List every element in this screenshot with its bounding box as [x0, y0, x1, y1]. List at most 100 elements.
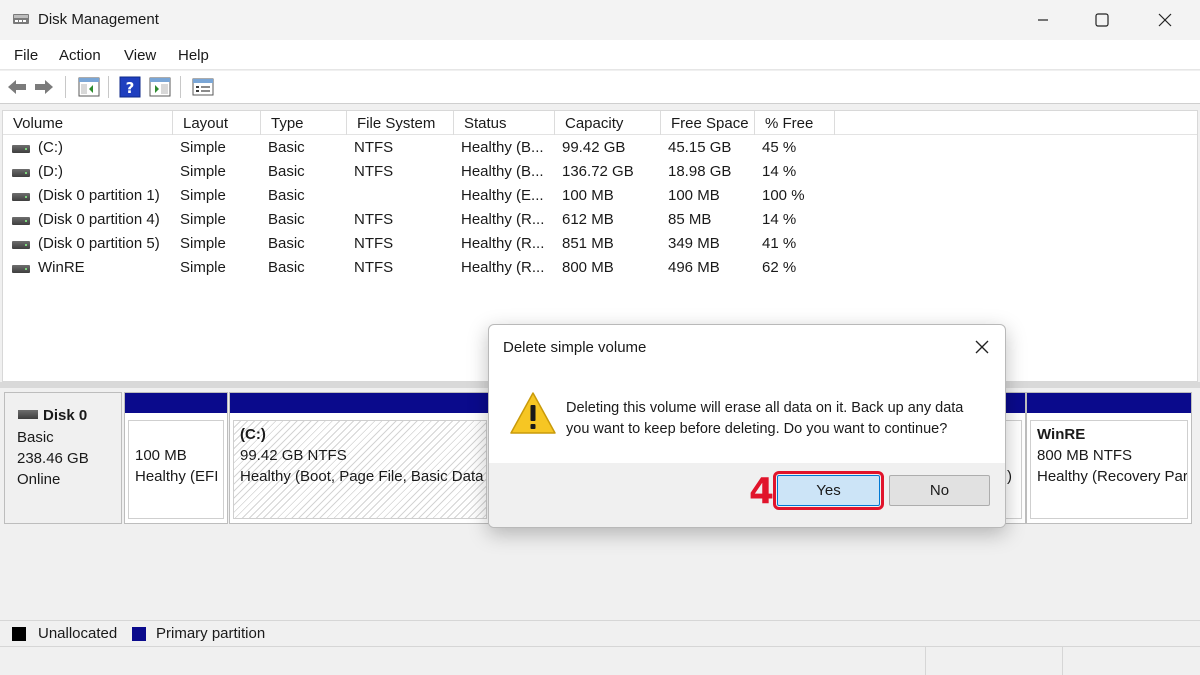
- cell-status: Healthy (E...: [461, 187, 544, 204]
- column-header-file-system[interactable]: File System: [347, 111, 454, 135]
- table-row[interactable]: (Disk 0 partition 5) Simple Basic NTFS H…: [3, 232, 1197, 256]
- cell-status: Healthy (R...: [461, 211, 545, 228]
- table-row[interactable]: (Disk 0 partition 1) Simple Basic Health…: [3, 184, 1197, 208]
- cell-layout: Simple: [180, 187, 226, 204]
- cell-free-space: 496 MB: [668, 259, 720, 276]
- table-row[interactable]: (C:) Simple Basic NTFS Healthy (B... 99.…: [3, 136, 1197, 160]
- cell-status: Healthy (B...: [461, 163, 544, 180]
- cell-percent-free: 100 %: [762, 187, 805, 204]
- cell-capacity: 100 MB: [562, 187, 614, 204]
- cell-file-system: NTFS: [354, 211, 394, 228]
- cell-volume: WinRE: [38, 259, 85, 276]
- partition-size: 800 MB NTFS: [1037, 447, 1133, 464]
- legend-primary-partition: Primary partition: [156, 625, 266, 642]
- cell-layout: Simple: [180, 139, 226, 156]
- partition-c[interactable]: (C:) 99.42 GB NTFS Healthy (Boot, Page F…: [229, 392, 491, 524]
- table-row[interactable]: (Disk 0 partition 4) Simple Basic NTFS H…: [3, 208, 1197, 232]
- partition-winre[interactable]: WinRE 800 MB NTFS Healthy (Recovery Part…: [1026, 392, 1192, 524]
- toolbar-separator: [65, 76, 66, 98]
- cell-type: Basic: [268, 163, 305, 180]
- status-segment: [1062, 647, 1063, 675]
- forward-arrow-icon[interactable]: [33, 76, 55, 98]
- cell-percent-free: 14 %: [762, 163, 797, 180]
- cell-volume: (Disk 0 partition 5): [38, 235, 160, 252]
- list-header: Volume Layout Type File System Status Ca…: [3, 111, 1197, 135]
- disk-type: Basic: [17, 429, 54, 446]
- table-row[interactable]: WinRE Simple Basic NTFS Healthy (R... 80…: [3, 256, 1197, 280]
- disk-management-icon: [13, 14, 29, 24]
- legend-unallocated: Unallocated: [38, 625, 118, 642]
- cell-type: Basic: [268, 139, 305, 156]
- back-arrow-icon[interactable]: [6, 76, 28, 98]
- column-header-capacity[interactable]: Capacity: [555, 111, 661, 135]
- partition-size: 99.42 GB NTFS: [240, 447, 347, 464]
- partition-name: WinRE: [1037, 426, 1086, 443]
- cell-volume: (C:): [38, 139, 63, 156]
- cell-free-space: 349 MB: [668, 235, 720, 252]
- menu-action[interactable]: Action: [59, 47, 101, 64]
- cell-volume: (Disk 0 partition 1): [38, 187, 160, 204]
- cell-free-space: 18.98 GB: [668, 163, 732, 180]
- column-header-type[interactable]: Type: [261, 111, 347, 135]
- title-bar[interactable]: Disk Management: [0, 0, 1200, 40]
- menu-bar: File Action View Help: [0, 40, 1200, 70]
- cell-type: Basic: [268, 259, 305, 276]
- table-row[interactable]: (D:) Simple Basic NTFS Healthy (B... 136…: [3, 160, 1197, 184]
- cell-layout: Simple: [180, 259, 226, 276]
- partition-status: Healthy (Boot, Page File, Basic Data Par: [240, 468, 487, 485]
- cell-free-space: 85 MB: [668, 211, 712, 228]
- cell-type: Basic: [268, 235, 305, 252]
- step-number-annotation: 4: [749, 471, 775, 512]
- disk-list-icon[interactable]: [192, 76, 214, 98]
- column-header-free-space[interactable]: Free Space: [661, 111, 755, 135]
- partition-bar: [125, 393, 227, 413]
- close-icon[interactable]: [969, 335, 995, 359]
- toolbar: ?: [0, 71, 1200, 104]
- column-header-percent-free[interactable]: % Free: [755, 111, 835, 135]
- menu-help[interactable]: Help: [178, 47, 209, 64]
- cell-type: Basic: [268, 211, 305, 228]
- disk-info[interactable]: Disk 0 Basic 238.46 GB Online: [4, 392, 122, 524]
- cell-capacity: 99.42 GB: [562, 139, 626, 156]
- partition-bar: [230, 393, 490, 413]
- partition-efi[interactable]: 100 MB Healthy (EFI Sy: [124, 392, 228, 524]
- menu-file[interactable]: File: [14, 47, 38, 64]
- legend: Unallocated Primary partition: [0, 620, 1200, 646]
- cell-file-system: NTFS: [354, 139, 394, 156]
- console-tree-icon[interactable]: [78, 76, 100, 98]
- no-button[interactable]: No: [889, 475, 990, 506]
- status-bar: [0, 646, 1200, 675]
- drive-icon: [12, 217, 30, 225]
- partition-body: (C:) 99.42 GB NTFS Healthy (Boot, Page F…: [233, 420, 487, 519]
- partition-name: (C:): [240, 426, 266, 443]
- cell-percent-free: 14 %: [762, 211, 797, 228]
- drive-icon: [12, 241, 30, 249]
- dialog-message: Deleting this volume will erase all data…: [566, 400, 964, 437]
- drive-icon: [12, 193, 30, 201]
- partition-status: Healthy (Recovery Partit: [1037, 468, 1188, 485]
- cell-layout: Simple: [180, 211, 226, 228]
- menu-view[interactable]: View: [124, 47, 156, 64]
- minimize-icon[interactable]: [1016, 0, 1070, 40]
- yes-button[interactable]: Yes: [773, 471, 884, 510]
- maximize-icon[interactable]: [1075, 0, 1129, 40]
- column-header-status[interactable]: Status: [454, 111, 555, 135]
- partition-body: 100 MB Healthy (EFI Sy: [128, 420, 224, 519]
- dialog-title: Delete simple volume: [503, 339, 647, 356]
- column-header-layout[interactable]: Layout: [173, 111, 261, 135]
- properties-icon[interactable]: [149, 76, 171, 98]
- cell-percent-free: 62 %: [762, 259, 797, 276]
- delete-volume-dialog: Delete simple volume Deleting this volum…: [488, 324, 1006, 528]
- help-icon[interactable]: ?: [119, 76, 141, 98]
- cell-volume: (Disk 0 partition 4): [38, 211, 160, 228]
- column-header-volume[interactable]: Volume: [3, 111, 173, 135]
- partition-status: Healthy (EFI Sy: [135, 468, 223, 485]
- cell-capacity: 851 MB: [562, 235, 614, 252]
- disk-state: Online: [17, 471, 61, 488]
- close-icon[interactable]: [1138, 0, 1192, 40]
- status-segment: [925, 647, 926, 675]
- partition-size: 100 MB: [135, 447, 187, 464]
- cell-status: Healthy (R...: [461, 259, 545, 276]
- cell-capacity: 136.72 GB: [562, 163, 634, 180]
- cell-capacity: 800 MB: [562, 259, 614, 276]
